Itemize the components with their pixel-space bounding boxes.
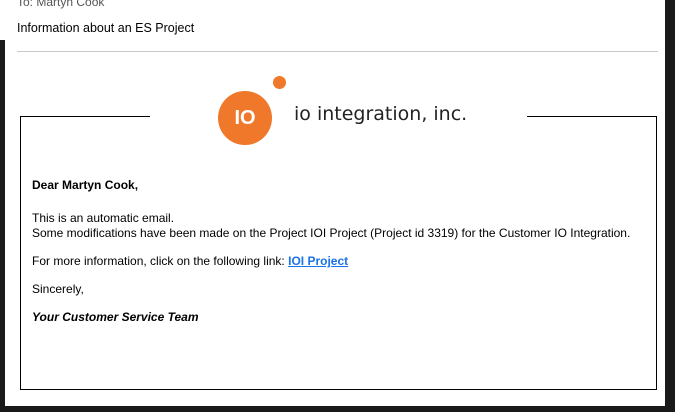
logo-company-name: io integration, inc. (294, 103, 468, 125)
card-top-right-rule (527, 116, 657, 117)
project-link[interactable]: IOI Project (288, 254, 348, 268)
signature: Your Customer Service Team (32, 310, 199, 324)
frame-right-border (665, 0, 675, 412)
email-content: Dear Martyn Cook, This is an automatic e… (32, 178, 642, 325)
frame-left-border (0, 40, 5, 412)
email-to-line: To: Martyn Cook (17, 0, 105, 9)
frame-bottom-border (0, 406, 675, 412)
logo-mark: IO (218, 91, 272, 145)
modifications-line: Some modifications have been made on the… (32, 226, 631, 240)
closing: Sincerely, (32, 282, 84, 296)
logo-dot-icon (273, 76, 286, 89)
greeting: Dear Martyn Cook, (32, 178, 139, 192)
card-top-left-rule (20, 116, 150, 117)
company-logo: IO io integration, inc. (218, 76, 468, 146)
email-subject: Information about an ES Project (17, 21, 195, 35)
header-divider (17, 51, 658, 52)
intro-paragraph: This is an automatic email. Some modific… (32, 211, 642, 241)
info-paragraph: For more information, click on the follo… (32, 254, 642, 269)
automatic-email-line: This is an automatic email. (32, 211, 175, 225)
info-prefix: For more information, click on the follo… (32, 254, 289, 268)
